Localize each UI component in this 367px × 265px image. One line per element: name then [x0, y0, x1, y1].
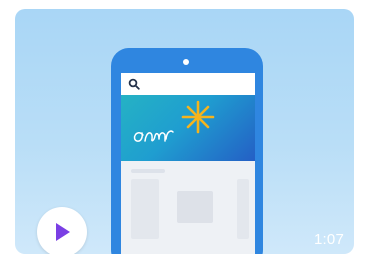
- scribble-icon: [133, 130, 174, 142]
- banner: [121, 95, 255, 161]
- search-icon: [128, 78, 140, 90]
- search-bar: [121, 73, 255, 96]
- sparkle-icon: [181, 100, 215, 134]
- video-thumbnail[interactable]: 1:07: [15, 9, 354, 254]
- content-heading-placeholder: [131, 169, 165, 173]
- play-button[interactable]: [37, 207, 87, 254]
- phone-illustration: [111, 48, 263, 254]
- content-area: [121, 161, 255, 254]
- phone-camera: [183, 59, 189, 65]
- card-placeholder: [177, 191, 213, 223]
- phone-screen: [121, 73, 255, 254]
- card-placeholder: [237, 179, 249, 239]
- play-icon: [56, 223, 70, 241]
- card-placeholder: [131, 179, 159, 239]
- video-duration: 1:07: [314, 231, 344, 248]
